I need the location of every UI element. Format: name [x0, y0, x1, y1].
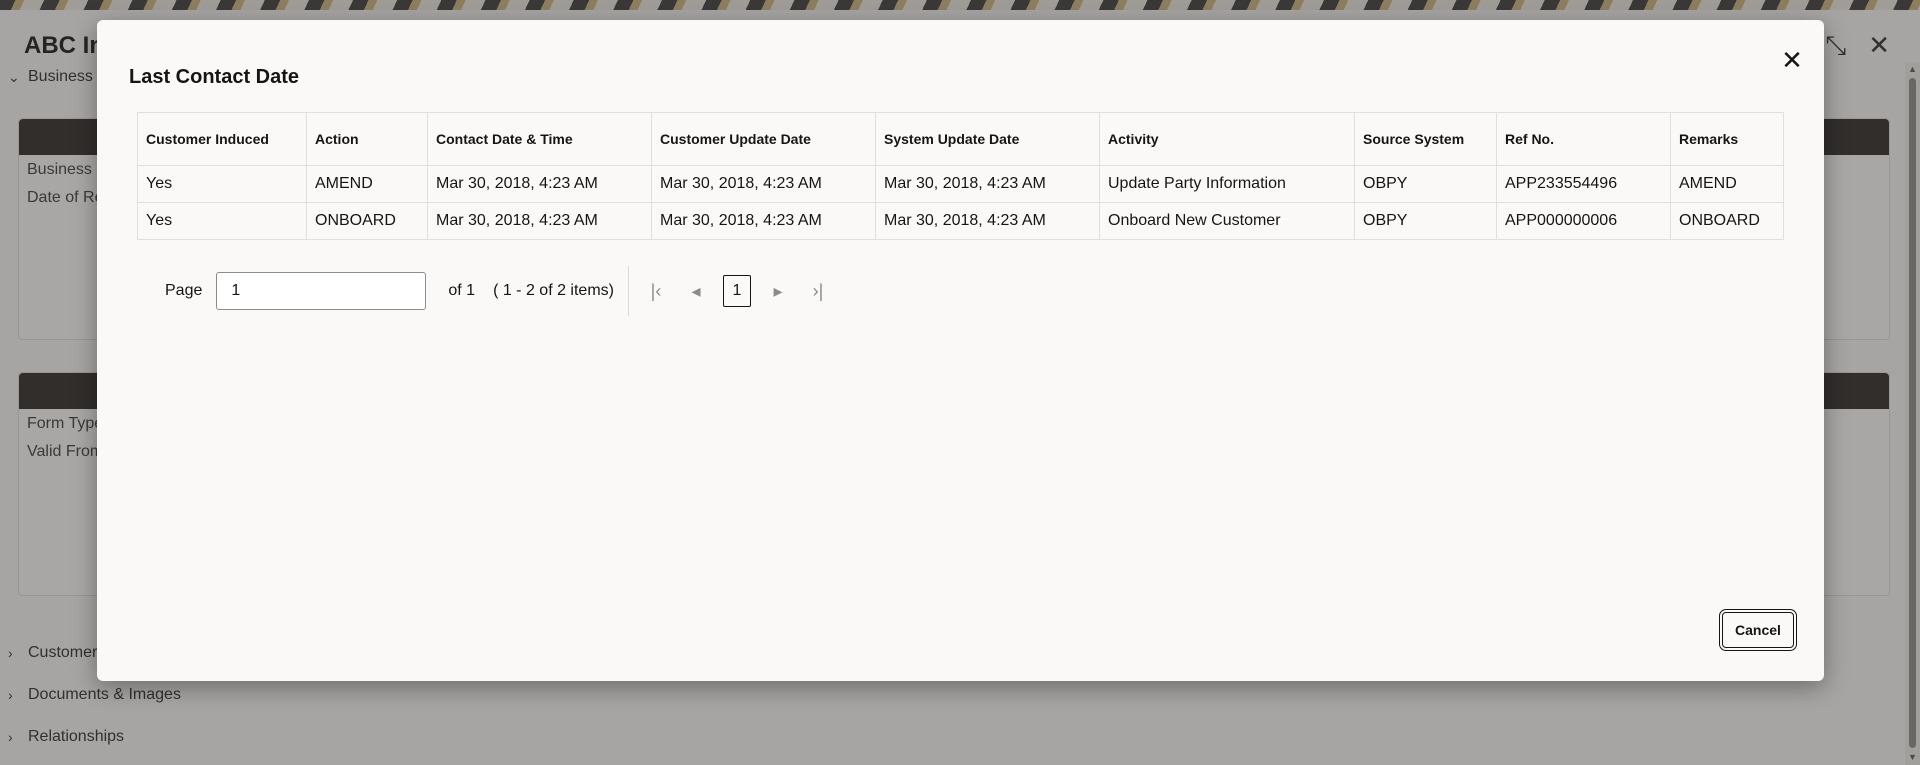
- last-page-icon[interactable]: ›|: [805, 281, 831, 302]
- column-header[interactable]: Customer Induced: [137, 112, 307, 166]
- table-cell: Onboard New Customer: [1099, 202, 1355, 240]
- table-cell: Mar 30, 2018, 4:23 AM: [651, 165, 876, 203]
- column-header[interactable]: Action: [306, 112, 428, 166]
- column-header[interactable]: Customer Update Date: [651, 112, 876, 166]
- table-row[interactable]: Yes AMEND Mar 30, 2018, 4:23 AM Mar 30, …: [137, 165, 1784, 203]
- table-cell: Mar 30, 2018, 4:23 AM: [875, 202, 1100, 240]
- table-cell: OBPY: [1354, 165, 1497, 203]
- column-header[interactable]: Remarks: [1670, 112, 1784, 166]
- table-row[interactable]: Yes ONBOARD Mar 30, 2018, 4:23 AM Mar 30…: [137, 202, 1784, 240]
- table-cell: Mar 30, 2018, 4:23 AM: [651, 202, 876, 240]
- contact-history-table: Customer Induced Action Contact Date & T…: [137, 112, 1784, 240]
- column-header[interactable]: Ref No.: [1496, 112, 1671, 166]
- table-cell: APP000000006: [1496, 202, 1671, 240]
- items-range-label: ( 1 - 2 of 2 items): [493, 282, 614, 299]
- table-cell: ONBOARD: [306, 202, 428, 240]
- table-cell: Mar 30, 2018, 4:23 AM: [427, 165, 652, 203]
- table-header-row: Customer Induced Action Contact Date & T…: [137, 112, 1784, 166]
- cancel-button[interactable]: Cancel: [1719, 609, 1797, 651]
- close-icon[interactable]: ✕: [1778, 46, 1806, 74]
- column-header[interactable]: Activity: [1099, 112, 1355, 166]
- page-count-label: of 1: [448, 282, 476, 299]
- table-cell: Yes: [137, 165, 307, 203]
- next-page-icon[interactable]: ▸: [765, 281, 791, 302]
- column-header[interactable]: Source System: [1354, 112, 1497, 166]
- page-label: Page: [165, 282, 203, 299]
- first-page-icon[interactable]: |‹: [643, 281, 669, 302]
- column-header[interactable]: Contact Date & Time: [427, 112, 652, 166]
- table-cell: Update Party Information: [1099, 165, 1355, 203]
- pager-divider: [627, 266, 629, 316]
- column-header[interactable]: System Update Date: [875, 112, 1100, 166]
- dialog-title: Last Contact Date: [129, 66, 300, 88]
- table-cell: AMEND: [1670, 165, 1784, 203]
- page-number-input[interactable]: [216, 272, 427, 310]
- pagination-bar: Page of 1 ( 1 - 2 of 2 items) |‹ ◂ 1 ▸ ›…: [137, 266, 831, 316]
- table-cell: APP233554496: [1496, 165, 1671, 203]
- table-cell: Mar 30, 2018, 4:23 AM: [875, 165, 1100, 203]
- table-cell: ONBOARD: [1670, 202, 1784, 240]
- table-cell: Yes: [137, 202, 307, 240]
- last-contact-date-dialog: Last Contact Date ✕ Customer Induced Act…: [97, 20, 1824, 681]
- table-cell: OBPY: [1354, 202, 1497, 240]
- table-cell: AMEND: [306, 165, 428, 203]
- table-cell: Mar 30, 2018, 4:23 AM: [427, 202, 652, 240]
- previous-page-icon[interactable]: ◂: [683, 281, 709, 302]
- page-button-1[interactable]: 1: [722, 275, 751, 307]
